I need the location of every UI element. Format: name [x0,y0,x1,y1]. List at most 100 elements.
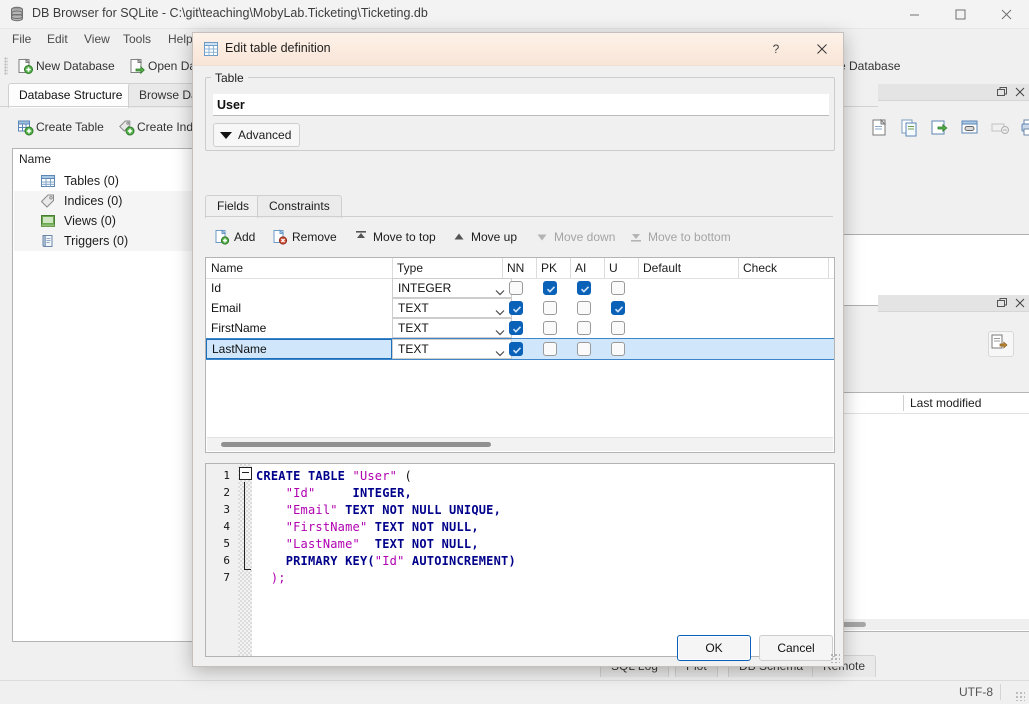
sql-line: ); [256,571,286,585]
float-icon[interactable] [996,86,1008,98]
checkbox-ai[interactable] [577,301,591,315]
column-header-nn[interactable]: NN [502,258,536,278]
checkbox-pk[interactable] [543,301,557,315]
field-name-cell[interactable]: Email [206,298,392,318]
menu-edit[interactable]: Edit [41,30,74,48]
checkbox-u[interactable] [611,321,625,335]
checkbox-ai[interactable] [577,281,591,295]
checkbox-pk[interactable] [543,281,557,295]
header-divider [502,258,503,278]
collapse-icon[interactable] [239,467,252,480]
column-header-name[interactable]: Name [206,258,392,278]
database-icon [9,6,25,22]
tab-constraints[interactable]: Constraints [257,195,342,218]
header-divider [604,258,605,278]
column-header-pk[interactable]: PK [536,258,570,278]
toolbar-grip[interactable] [4,57,8,75]
column-header-ai[interactable]: AI [570,258,604,278]
add-field-button[interactable]: Add [211,226,258,248]
table-row[interactable]: LastName TEXT [206,338,834,360]
sql-line-number-gutter: 1 2 3 4 5 6 7 [206,464,238,656]
minimize-button[interactable] [891,0,937,28]
checkbox-u[interactable] [611,281,625,295]
float-icon[interactable] [996,297,1008,309]
sql-token: PRIMARY KEY( [256,554,375,568]
sql-line: "LastName" TEXT NOT NULL, [256,537,479,551]
import-icon[interactable] [870,118,892,138]
field-type-dropdown[interactable]: TEXT [392,339,512,359]
records-table-header: Last modified [837,393,1029,414]
field-name-cell[interactable]: FirstName [206,318,392,338]
table-name-input[interactable]: User [213,94,829,116]
column-header-u[interactable]: U [604,258,638,278]
menu-file[interactable]: File [6,30,37,48]
column-header-check[interactable]: Check [738,258,828,278]
checkbox-ai[interactable] [577,321,591,335]
column-header-type[interactable]: Type [392,258,512,278]
table-row[interactable]: Id INTEGER [206,278,834,298]
checkbox-pk[interactable] [543,342,557,356]
menu-tools[interactable]: Tools [117,30,157,48]
null-icon [990,118,1012,138]
close-icon[interactable] [1014,297,1026,309]
link-icon[interactable] [960,118,982,138]
sql-preview[interactable]: 1 2 3 4 5 6 7 CREATE TABLE "User" ( "Id"… [205,463,835,657]
dialog-help-button[interactable]: ? [753,33,799,64]
new-database-button[interactable]: New Database [14,54,118,78]
window-titlebar: DB Browser for SQLite - C:\git\teaching\… [0,0,1029,29]
right-dock-panel-bottom [878,295,1029,375]
line-number: 1 [206,469,230,482]
checkbox-u[interactable] [611,301,625,315]
copy-icon[interactable] [900,118,922,138]
checkbox-pk[interactable] [543,321,557,335]
fields-grid-scrollbar[interactable] [207,437,833,451]
checkbox-nn[interactable] [509,301,523,315]
remove-field-button[interactable]: Remove [269,226,340,248]
dialog-resize-grip[interactable] [830,653,840,663]
tab-fields[interactable]: Fields [205,195,261,218]
tree-item-triggers-label: Triggers (0) [64,234,128,248]
cancel-button[interactable]: Cancel [759,635,833,661]
sql-token: ( [397,469,412,483]
column-header-default[interactable]: Default [638,258,738,278]
horizontal-scrollbar[interactable] [838,619,1029,630]
dialog-close-button[interactable] [799,33,845,64]
checkbox-ai[interactable] [577,342,591,356]
close-button[interactable] [983,0,1029,28]
print-icon[interactable] [1020,118,1029,138]
table-row[interactable]: Email TEXT [206,298,834,318]
close-icon[interactable] [1014,86,1026,98]
move-to-top-button[interactable]: Move to top [350,226,439,248]
checkbox-nn[interactable] [509,281,523,295]
export-icon[interactable] [930,118,952,138]
export-record-icon[interactable] [988,331,1014,357]
tree-item-indices-label: Indices (0) [64,194,122,208]
tab-database-structure[interactable]: Database Structure [8,83,133,108]
scrollbar-thumb[interactable] [221,442,491,447]
checkbox-nn[interactable] [509,321,523,335]
field-name-cell[interactable]: LastName [206,339,392,359]
create-index-button[interactable]: Create Inde [115,115,203,139]
field-type-dropdown[interactable]: TEXT [392,298,512,318]
field-name-cell[interactable]: Id [206,278,392,298]
move-up-button[interactable]: Move up [448,226,520,248]
checkbox-nn[interactable] [509,342,523,356]
sql-fold-margin[interactable] [238,464,252,656]
advanced-toggle-button[interactable]: Advanced [213,123,300,147]
table-definition-icon [203,41,219,57]
resize-grip[interactable] [1015,691,1025,701]
menu-view[interactable]: View [78,30,116,48]
create-table-button[interactable]: Create Table [14,115,107,139]
field-type-dropdown[interactable]: TEXT [392,318,512,338]
ok-button[interactable]: OK [677,635,751,661]
column-header-last-modified: Last modified [910,396,981,410]
table-row[interactable]: FirstName TEXT [206,318,834,338]
table-icon [40,173,56,189]
checkbox-u[interactable] [611,342,625,356]
field-type-dropdown[interactable]: INTEGER [392,278,512,298]
sql-line: CREATE TABLE "User" ( [256,469,412,483]
fields-grid[interactable]: Name Type NN PK AI U Default Check Id IN… [205,257,835,453]
window-title: DB Browser for SQLite - C:\git\teaching\… [32,6,428,20]
maximize-button[interactable] [937,0,983,28]
records-table[interactable]: Last modified [836,392,1029,632]
